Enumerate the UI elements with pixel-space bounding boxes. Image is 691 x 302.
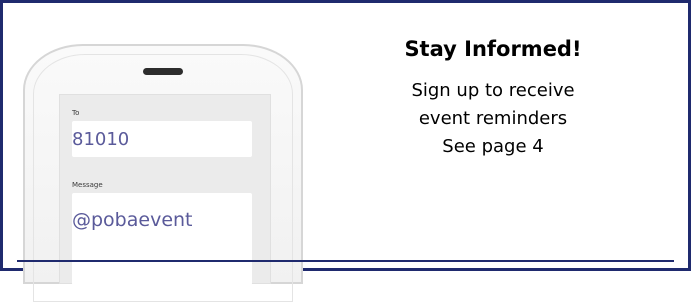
to-value: 81010 bbox=[72, 129, 130, 150]
info-line-page: See page 4 bbox=[442, 136, 544, 157]
info-title: Stay Informed! bbox=[404, 37, 582, 61]
info-line-reminders: event reminders bbox=[418, 108, 568, 129]
phone-screen: To 81010 Message @pobaevent bbox=[59, 94, 271, 285]
message-field bbox=[72, 193, 252, 285]
flyer-panel: To 81010 Message @pobaevent Stay Informe… bbox=[0, 0, 691, 302]
info-line-signup: Sign up to receive bbox=[411, 80, 575, 101]
info-block: Stay Informed! Sign up to receive event … bbox=[333, 31, 653, 161]
to-label: To bbox=[72, 109, 80, 117]
message-label: Message bbox=[72, 181, 103, 189]
message-value: @pobaevent bbox=[72, 209, 193, 231]
phone-illustration: To 81010 Message @pobaevent bbox=[23, 44, 303, 302]
bottom-divider bbox=[17, 260, 674, 262]
phone-speaker bbox=[143, 68, 183, 75]
